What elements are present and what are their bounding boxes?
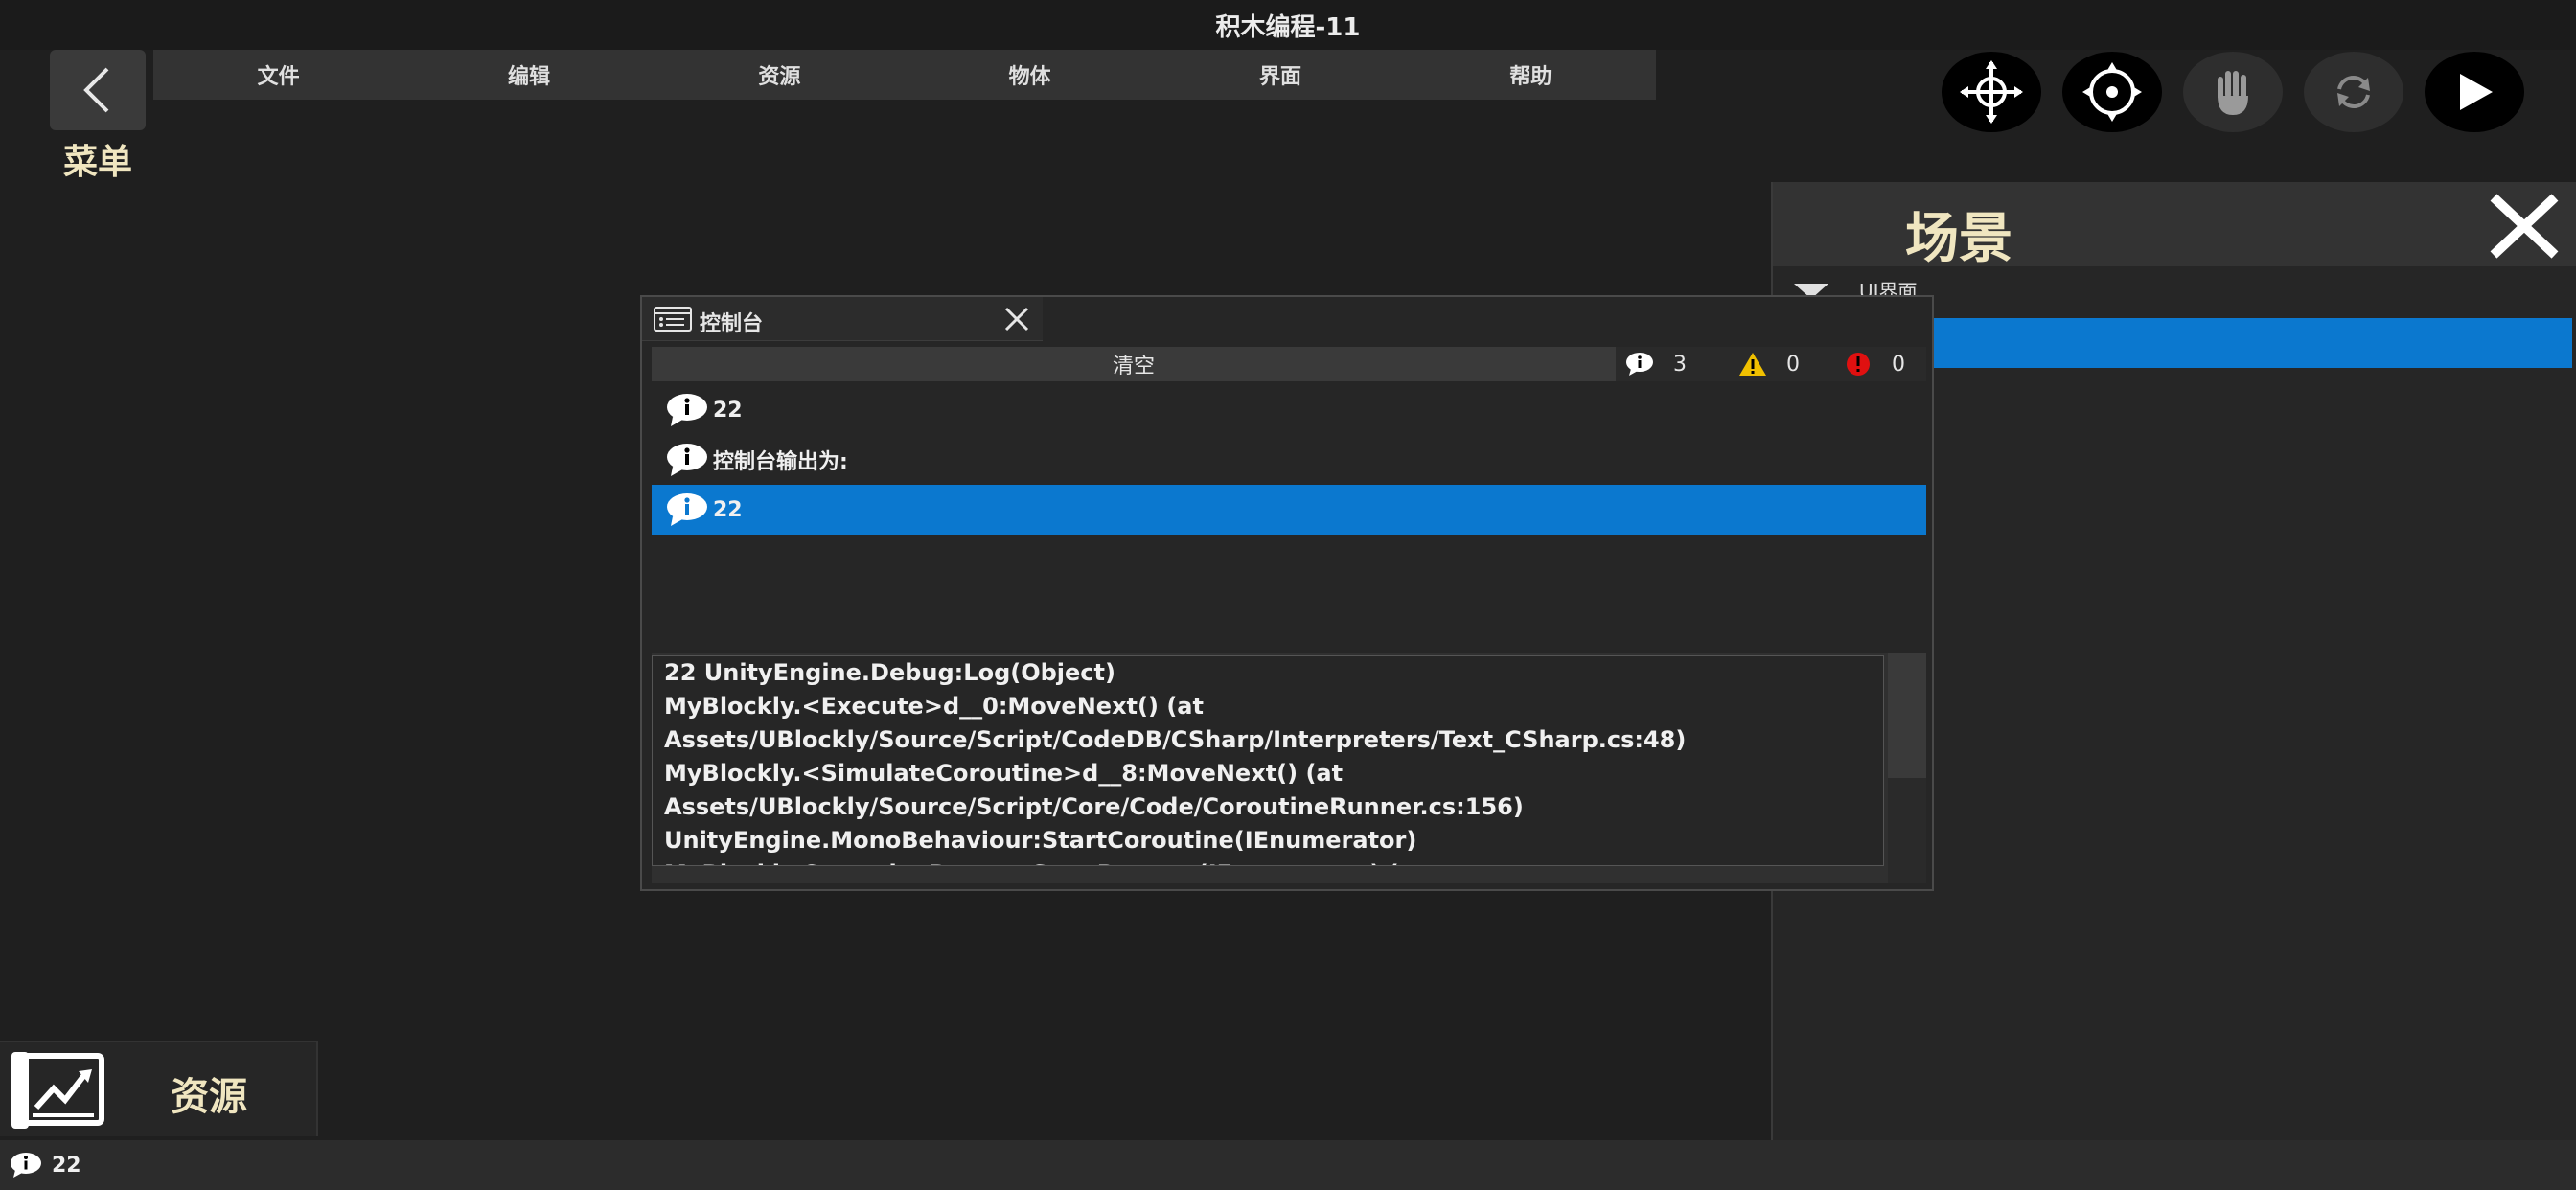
- error-count-toggle[interactable]: 0: [1844, 347, 1905, 381]
- log-entry-selected[interactable]: 22: [652, 485, 1926, 535]
- info-bubble-icon: [667, 493, 707, 526]
- info-bubble-icon: [11, 1153, 41, 1178]
- resources-panel[interactable]: 资源: [0, 1041, 318, 1136]
- stack-line: MyBlockly.<Execute>d__0:MoveNext() (at: [664, 693, 1204, 720]
- hand-tool-button[interactable]: [2183, 52, 2283, 132]
- menu-bar: 文件 编辑 资源 物体 界面 帮助: [153, 50, 1656, 100]
- play-button[interactable]: [2425, 52, 2524, 132]
- stack-scrollbar[interactable]: [1888, 653, 1926, 883]
- warning-count-toggle[interactable]: 0: [1738, 347, 1800, 381]
- log-text: 22: [713, 497, 743, 522]
- menu-back-button[interactable]: [50, 50, 146, 130]
- resources-label: 资源: [171, 1075, 247, 1119]
- orbit-tool-button[interactable]: [2062, 52, 2162, 132]
- menu-item-object[interactable]: 物体: [905, 50, 1155, 100]
- close-icon[interactable]: [2484, 192, 2564, 261]
- menu-item-edit[interactable]: 编辑: [403, 50, 654, 100]
- stack-line: MyBlockly.<SimulateCoroutine>d__8:MoveNe…: [664, 760, 1344, 787]
- menu-item-file[interactable]: 文件: [153, 50, 403, 100]
- console-window: 控制台 清空 3 0 0 22 控制台输出为: 22 22 UnityEngin…: [640, 295, 1934, 891]
- chart-board-icon: [12, 1052, 104, 1129]
- menu-label: 菜单: [62, 143, 132, 182]
- stack-line: UnityEngine.MonoBehaviour:StartCoroutine…: [664, 827, 1417, 854]
- warning-icon: [1739, 353, 1766, 376]
- stack-line: MyBlockly.CoroutineRunner:StartProcess(I…: [664, 858, 1883, 865]
- clear-button[interactable]: 清空: [652, 347, 1616, 381]
- log-text: 控制台输出为:: [713, 450, 848, 474]
- stack-line: Assets/UBlockly/Source/Script/Core/Code/…: [664, 793, 1524, 820]
- info-count-toggle[interactable]: 3: [1625, 347, 1687, 381]
- stack-line: 22 UnityEngine.Debug:Log(Object): [664, 659, 1116, 686]
- stack-line: Assets/UBlockly/Source/Script/CodeDB/CSh…: [664, 726, 1687, 753]
- refresh-icon: [2337, 75, 2370, 109]
- play-icon: [2460, 74, 2493, 110]
- hand-icon: [2218, 71, 2248, 115]
- log-text: 22: [713, 398, 743, 423]
- error-count: 0: [1892, 352, 1905, 377]
- close-icon[interactable]: [1002, 305, 1031, 333]
- move-icon: [1960, 60, 2023, 124]
- info-count: 3: [1673, 352, 1687, 377]
- console-toolbar: 清空 3 0 0: [652, 347, 1926, 381]
- title-bar: 积木编程-11: [0, 0, 2576, 50]
- stack-scrollbar-thumb[interactable]: [1888, 653, 1926, 778]
- console-tab[interactable]: 控制台: [642, 297, 1043, 341]
- chevron-left-icon: [83, 67, 109, 113]
- refresh-tool-button[interactable]: [2304, 52, 2404, 132]
- app-title: 积木编程-11: [1215, 12, 1361, 42]
- log-entry[interactable]: 22: [652, 385, 1926, 435]
- menu-item-resources[interactable]: 资源: [655, 50, 905, 100]
- console-title: 控制台: [700, 312, 764, 336]
- log-entry[interactable]: 控制台输出为:: [652, 435, 1926, 485]
- console-icon: [654, 307, 692, 332]
- move-tool-button[interactable]: [1942, 52, 2041, 132]
- stack-trace-text[interactable]: 22 UnityEngine.Debug:Log(Object) MyBlock…: [652, 655, 1884, 866]
- menu-item-interface[interactable]: 界面: [1155, 50, 1405, 100]
- info-bubble-icon: [1626, 353, 1653, 376]
- warning-count: 0: [1786, 352, 1800, 377]
- menu-item-help[interactable]: 帮助: [1406, 50, 1656, 100]
- stack-trace-panel: 22 UnityEngine.Debug:Log(Object) MyBlock…: [652, 653, 1926, 883]
- info-bubble-icon: [667, 394, 707, 426]
- info-bubble-icon: [667, 444, 707, 476]
- status-text: 22: [52, 1153, 81, 1178]
- status-bar: 22: [0, 1140, 2576, 1190]
- scene-title: 场景: [1905, 208, 2012, 270]
- orbit-icon: [2082, 62, 2142, 122]
- scene-header: 场景: [1773, 182, 2576, 270]
- error-icon: [1847, 353, 1870, 376]
- log-list: 22 控制台输出为: 22: [652, 385, 1926, 655]
